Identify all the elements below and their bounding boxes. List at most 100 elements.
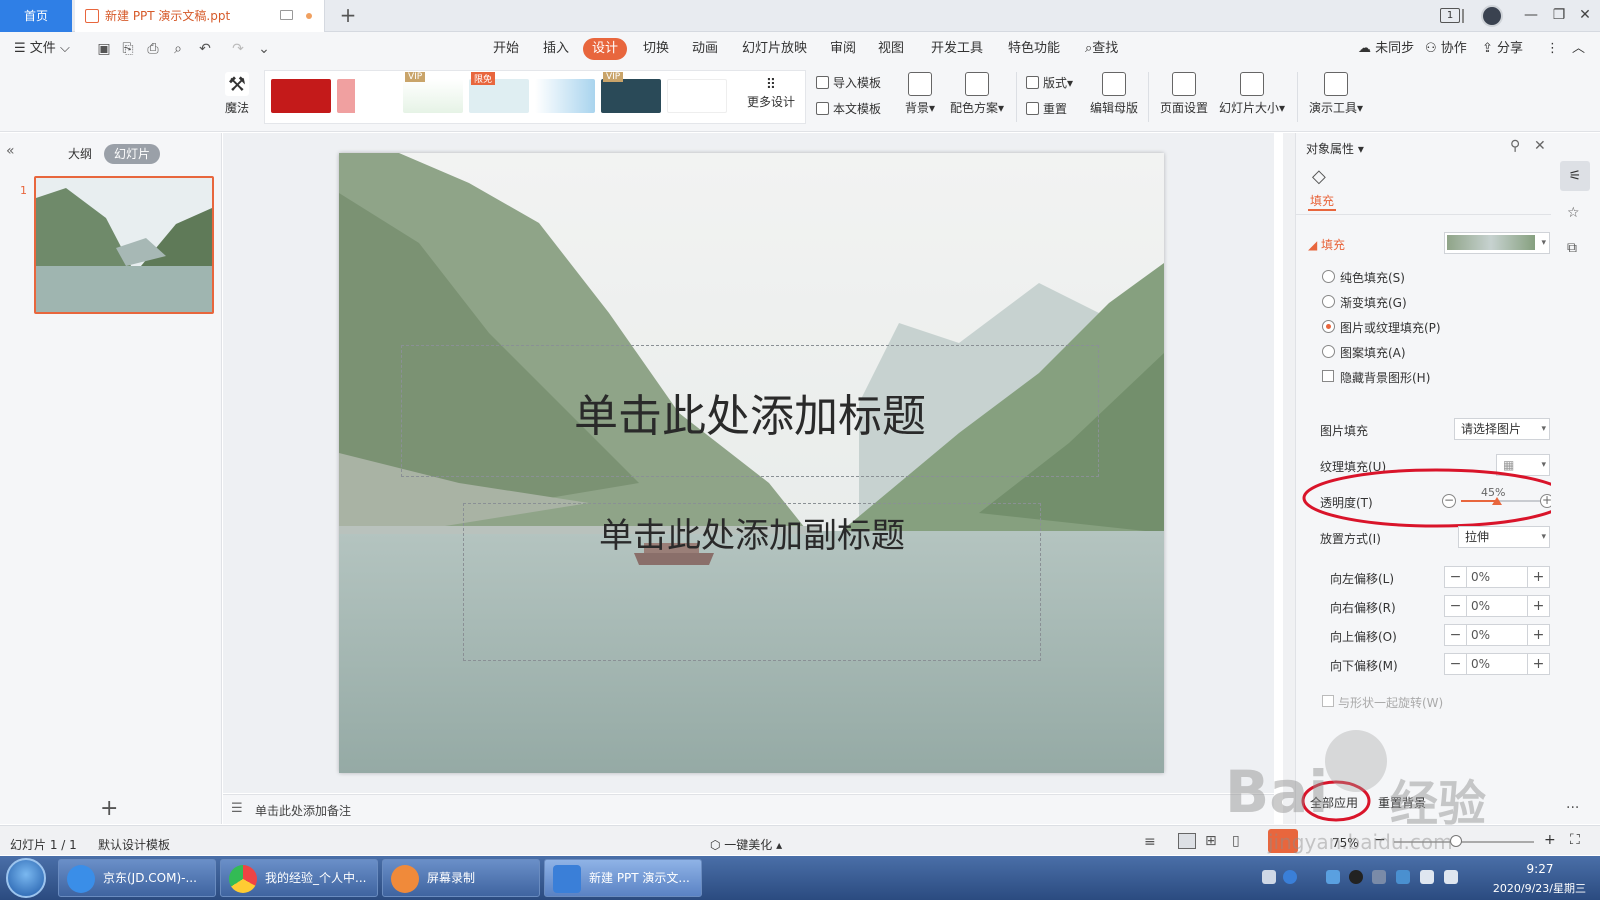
more-icon[interactable]: ···: [1566, 800, 1579, 816]
increase-button[interactable]: +: [1527, 596, 1549, 616]
qq-icon[interactable]: [1349, 870, 1363, 884]
template-name[interactable]: 默认设计模板: [98, 836, 170, 853]
undo-icon[interactable]: ↶: [197, 41, 213, 57]
app-tray-icon[interactable]: [1372, 870, 1386, 884]
offset-left-stepper[interactable]: −0% +: [1444, 566, 1550, 588]
notes-area[interactable]: ☰ 单击此处添加备注: [223, 794, 1274, 824]
tab-document[interactable]: 新建 PPT 演示文稿.ppt: [75, 0, 325, 32]
offset-bottom-stepper[interactable]: −0% +: [1444, 653, 1550, 675]
help-icon[interactable]: [1283, 870, 1297, 884]
menu-insert[interactable]: 插入: [543, 32, 569, 66]
new-tab-button[interactable]: +: [336, 4, 360, 28]
menu-transition[interactable]: 切换: [643, 32, 669, 66]
magic-button[interactable]: ⚒ 魔法: [220, 66, 254, 116]
menu-animation[interactable]: 动画: [692, 32, 718, 66]
minimize-icon[interactable]: —: [1518, 0, 1544, 32]
more-icon[interactable]: ⋮: [1546, 32, 1559, 66]
more-designs-button[interactable]: ⠿ 更多设计: [743, 77, 799, 110]
background-button[interactable]: 背景▾: [902, 66, 938, 116]
restore-icon[interactable]: ❐: [1546, 0, 1572, 32]
option-picture-fill[interactable]: 图片或纹理填充(P): [1340, 319, 1441, 336]
menu-devtools[interactable]: 开发工具: [931, 32, 983, 66]
avatar[interactable]: [1481, 5, 1503, 27]
fill-section-toggle[interactable]: ◢ 填充: [1308, 236, 1345, 253]
close-window-icon[interactable]: ✕: [1572, 0, 1598, 32]
design-thumb-1[interactable]: [271, 79, 331, 113]
tab-home[interactable]: 首页: [0, 0, 72, 32]
menu-review[interactable]: 审阅: [830, 32, 856, 66]
decrease-button[interactable]: −: [1445, 625, 1467, 645]
normal-view-icon[interactable]: [1178, 833, 1196, 849]
slide-thumbnail[interactable]: [34, 176, 214, 314]
option-gradient-fill[interactable]: 渐变填充(G): [1340, 294, 1407, 311]
sorter-view-icon[interactable]: ⊞: [1205, 833, 1217, 849]
increase-button[interactable]: +: [1527, 625, 1549, 645]
menu-slideshow[interactable]: 幻灯片放映: [742, 32, 807, 66]
design-thumb-5[interactable]: [535, 79, 595, 113]
window-count-badge[interactable]: 1: [1440, 8, 1460, 23]
task-screen-record[interactable]: 屏幕录制: [382, 859, 540, 897]
radio-pattern-fill[interactable]: [1322, 345, 1335, 358]
collab-button[interactable]: ⚇ 协作: [1425, 32, 1467, 66]
search-button[interactable]: ⌕查找: [1085, 32, 1118, 66]
vertical-scrollbar[interactable]: [1283, 133, 1295, 824]
design-thumb-7[interactable]: [667, 79, 727, 113]
layers-icon[interactable]: ⧉: [1567, 240, 1577, 256]
fill-preview-dropdown[interactable]: [1444, 232, 1550, 254]
export-icon[interactable]: ⎘: [120, 41, 136, 57]
print-preview-icon[interactable]: ⌕: [170, 41, 186, 57]
tab-slides[interactable]: 幻灯片: [104, 144, 161, 164]
notes-toggle-icon[interactable]: ≡: [1144, 834, 1156, 850]
start-button[interactable]: [6, 858, 46, 898]
present-tools-button[interactable]: 演示工具▾: [1306, 66, 1366, 116]
collapse-ribbon-icon[interactable]: ︿: [1572, 32, 1585, 66]
display-icon[interactable]: [1420, 870, 1434, 884]
offset-top-stepper[interactable]: −0% +: [1444, 624, 1550, 646]
radio-picture-fill[interactable]: [1322, 320, 1335, 333]
design-thumb-3[interactable]: [403, 79, 463, 113]
task-jd[interactable]: 京东(JD.COM)-...: [58, 859, 216, 897]
text-template-button[interactable]: 本文模板: [816, 100, 881, 118]
print-icon[interactable]: ⎙: [145, 41, 161, 57]
monitor-icon[interactable]: [280, 10, 293, 20]
offset-right-stepper[interactable]: −0% +: [1444, 595, 1550, 617]
collapse-panel-icon[interactable]: «: [6, 143, 15, 159]
rotate-with-shape-checkbox[interactable]: [1322, 695, 1334, 707]
tab-fill[interactable]: 填充: [1310, 192, 1334, 209]
picture-fill-dropdown[interactable]: 请选择图片: [1454, 418, 1550, 440]
zoom-in-icon[interactable]: +: [1544, 832, 1556, 848]
share-button[interactable]: ⇪ 分享: [1482, 32, 1523, 66]
increase-button[interactable]: +: [1527, 654, 1549, 674]
import-template-button[interactable]: 导入模板: [816, 74, 881, 92]
fit-window-icon[interactable]: ⛶: [1570, 832, 1580, 848]
file-menu[interactable]: ☰ 文件 ⌵: [14, 32, 70, 66]
menu-view[interactable]: 视图: [878, 32, 904, 66]
radio-gradient-fill[interactable]: [1322, 295, 1335, 308]
slide[interactable]: 单击此处添加标题 单击此处添加副标题: [339, 153, 1164, 773]
layout-button[interactable]: 版式▾: [1026, 74, 1073, 92]
color-scheme-button[interactable]: 配色方案▾: [946, 66, 1008, 116]
increase-button[interactable]: +: [1527, 567, 1549, 587]
beautify-button[interactable]: ⬡ 一键美化 ▴: [710, 836, 782, 853]
placement-dropdown[interactable]: 拉伸: [1458, 526, 1550, 548]
clock-time[interactable]: 9:27: [1515, 862, 1565, 876]
decrease-button[interactable]: −: [1445, 567, 1467, 587]
clock-date[interactable]: 2020/9/23/星期三: [1468, 880, 1586, 896]
add-slide-button[interactable]: +: [100, 796, 118, 821]
task-jingyan[interactable]: 我的经验_个人中...: [220, 859, 378, 897]
option-pattern-fill[interactable]: 图案填充(A): [1340, 344, 1406, 361]
redo-icon[interactable]: ↷: [230, 41, 246, 57]
properties-icon[interactable]: ⚟: [1560, 161, 1590, 191]
pin-icon[interactable]: ⚲: [1510, 138, 1520, 154]
menu-start[interactable]: 开始: [493, 32, 519, 66]
slide-size-button[interactable]: 幻灯片大小▾: [1216, 66, 1288, 116]
decrease-button[interactable]: −: [1445, 654, 1467, 674]
tab-outline[interactable]: 大纲: [58, 144, 102, 164]
keyboard-icon[interactable]: [1262, 870, 1276, 884]
network-tray-icon[interactable]: [1326, 870, 1340, 884]
panel-header[interactable]: 对象属性 ▾: [1306, 140, 1364, 157]
menu-design[interactable]: 设计: [583, 38, 628, 60]
reset-button[interactable]: 重置: [1026, 100, 1067, 118]
reading-view-icon[interactable]: ▯: [1232, 833, 1240, 849]
edit-master-button[interactable]: 编辑母版: [1088, 66, 1140, 116]
